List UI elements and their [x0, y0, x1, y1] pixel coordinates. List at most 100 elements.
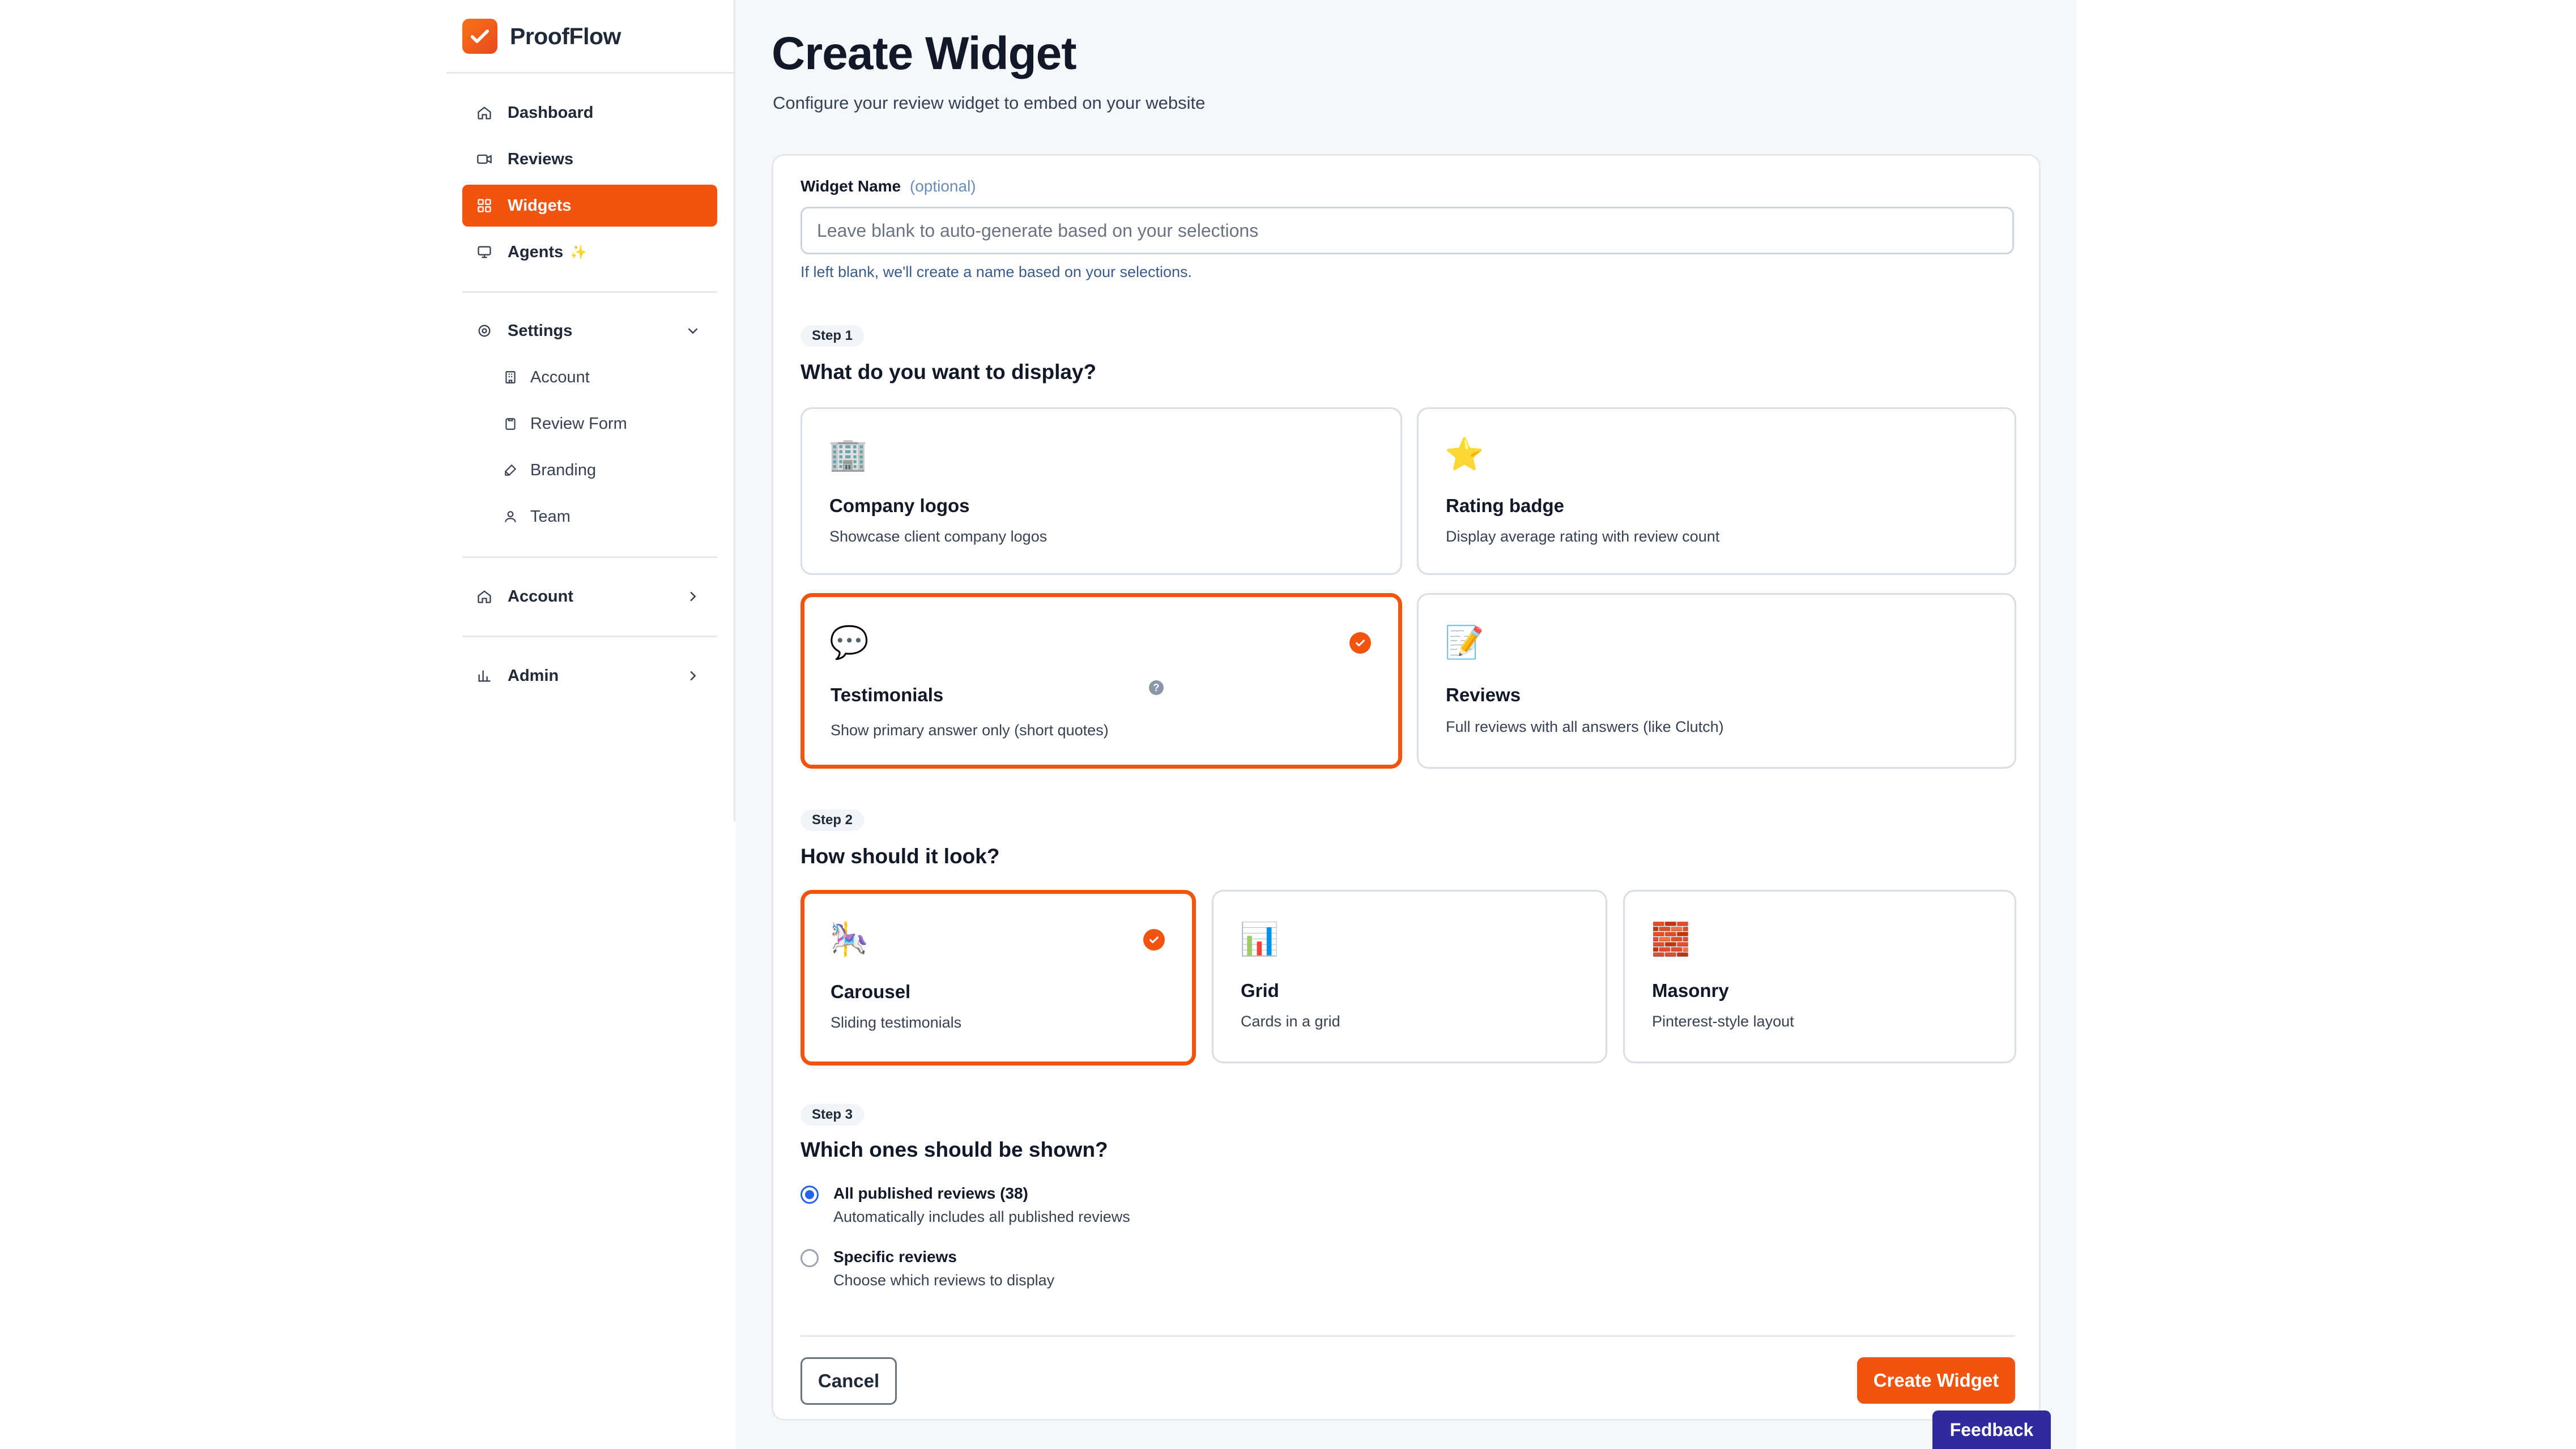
sidebar-item-review-form[interactable]: Review Form [462, 403, 717, 445]
radio-title: Specific reviews [833, 1248, 957, 1265]
step-2-question: How should it look? [801, 845, 1000, 868]
page-subtitle: Configure your review widget to embed on… [773, 93, 1206, 113]
option-title: Testimonials [831, 684, 944, 705]
sidebar-item-branding[interactable]: Branding [462, 449, 717, 491]
video-icon [476, 151, 493, 168]
sidebar-divider [462, 291, 717, 293]
sparkle-icon: ✨ [570, 244, 587, 260]
option-description: Sliding testimonials [831, 1014, 962, 1031]
feedback-button[interactable]: Feedback [1932, 1410, 2051, 1449]
sidebar: ProofFlow Dashboard Reviews Widgets Agen… [446, 0, 735, 821]
step-2-badge: Step 2 [801, 809, 865, 831]
sidebar-item-label: Review Form [530, 414, 627, 433]
home-icon [476, 588, 493, 605]
option-title: Carousel [831, 981, 911, 1002]
sidebar-divider [462, 556, 717, 558]
carousel-icon: 🎠 [829, 921, 869, 957]
building-icon [502, 369, 519, 386]
sidebar-item-label: Reviews [508, 150, 574, 168]
radio-button[interactable] [801, 1249, 819, 1267]
radio-description: Choose which reviews to display [833, 1272, 1055, 1289]
widget-name-input[interactable] [801, 207, 2014, 254]
sidebar-item-label: Account [530, 368, 590, 386]
widgets-icon [476, 197, 493, 214]
radio-text: Specific reviews Choose which reviews to… [833, 1248, 1054, 1289]
star-icon: ⭐ [1445, 436, 1484, 472]
option-rating-badge[interactable]: ⭐ Rating badge Display average rating wi… [1417, 407, 2016, 575]
option-title: Masonry [1652, 980, 1729, 1001]
radio-all-published[interactable]: All published reviews (38) Automatically… [801, 1184, 1130, 1226]
clipboard-icon [502, 415, 519, 432]
users-icon [502, 508, 519, 525]
layout-carousel[interactable]: 🎠 Carousel Sliding testimonials [801, 890, 1196, 1066]
widget-name-hint: If left blank, we'll create a name based… [801, 263, 1193, 280]
option-description: Cards in a grid [1241, 1013, 1340, 1030]
radio-button[interactable] [801, 1186, 819, 1204]
radio-specific-reviews[interactable]: Specific reviews Choose which reviews to… [801, 1248, 1054, 1289]
sidebar-item-label: Widgets [508, 196, 572, 215]
sidebar-item-label: Account [508, 587, 573, 606]
step-3-badge: Step 3 [801, 1104, 865, 1126]
layout-masonry[interactable]: 🧱 Masonry Pinterest-style layout [1623, 890, 2016, 1063]
step-1-question: What do you want to display? [801, 360, 1097, 383]
widget-name-label: Widget Name (optional) [801, 177, 976, 195]
layout-grid[interactable]: 📊 Grid Cards in a grid [1212, 890, 1607, 1063]
option-description: Full reviews with all answers (like Clut… [1446, 718, 1724, 735]
sidebar-item-label: Admin [508, 666, 559, 685]
brand-name: ProofFlow [510, 23, 621, 49]
chevron-down-icon [684, 322, 701, 339]
page-title: Create Widget [772, 28, 1077, 79]
chevron-right-icon [684, 667, 701, 684]
bar-chart-icon: 📊 [1240, 921, 1279, 957]
brush-icon [502, 462, 519, 479]
radio-title: All published reviews (38) [833, 1184, 1028, 1202]
sidebar-item-agents[interactable]: Agents ✨ [462, 231, 717, 273]
cancel-button[interactable]: Cancel [801, 1357, 897, 1405]
sidebar-item-team[interactable]: Team [462, 496, 717, 538]
radio-description: Automatically includes all published rev… [833, 1208, 1130, 1225]
radio-text: All published reviews (38) Automatically… [833, 1184, 1130, 1226]
building-icon: 🏢 [828, 436, 868, 472]
sidebar-item-label: Settings [508, 321, 573, 340]
sidebar-item-account[interactable]: Account [462, 576, 717, 617]
sidebar-item-dashboard[interactable]: Dashboard [462, 92, 717, 134]
option-company-logos[interactable]: 🏢 Company logos Showcase client company … [801, 407, 1402, 575]
option-title: Reviews [1446, 684, 1521, 705]
sidebar-divider [446, 72, 735, 74]
gear-icon [476, 322, 493, 339]
sidebar-item-settings-account[interactable]: Account [462, 356, 717, 398]
bar-chart-icon [476, 667, 493, 684]
option-testimonials[interactable]: 💬 Testimonials ? Show primary answer onl… [801, 593, 1402, 769]
option-title: Company logos [829, 495, 970, 516]
sidebar-item-reviews[interactable]: Reviews [462, 138, 717, 180]
step-3-question: Which ones should be shown? [801, 1138, 1108, 1161]
sidebar-item-label: Dashboard [508, 103, 594, 122]
option-description: Show primary answer only (short quotes) [831, 722, 1109, 739]
widget-name-label-text: Widget Name [801, 177, 901, 195]
option-description: Display average rating with review count [1446, 528, 1720, 545]
option-description: Pinterest-style layout [1652, 1013, 1794, 1030]
brand[interactable]: ProofFlow [462, 17, 621, 56]
form-footer-divider [801, 1335, 2015, 1337]
option-title: Rating badge [1446, 495, 1565, 516]
proofflow-logo-icon [462, 19, 497, 54]
sidebar-item-admin[interactable]: Admin [462, 655, 717, 697]
sidebar-divider [462, 636, 717, 637]
option-description: Showcase client company logos [829, 528, 1048, 545]
sidebar-item-label: Team [530, 507, 570, 526]
app-window: ProofFlow Dashboard Reviews Widgets Agen… [0, 0, 2576, 1449]
main-content: Create Widget Configure your review widg… [735, 0, 2077, 1449]
sidebar-item-widgets[interactable]: Widgets [462, 185, 717, 227]
help-icon[interactable]: ? [1149, 680, 1164, 695]
optional-tag: (optional) [909, 177, 976, 195]
sidebar-item-settings[interactable]: Settings [462, 310, 717, 352]
option-reviews[interactable]: 📝 Reviews Full reviews with all answers … [1417, 593, 2016, 769]
create-widget-form: Widget Name (optional) If left blank, we… [772, 154, 2041, 1421]
selected-check-icon [1143, 929, 1165, 951]
step-1-badge: Step 1 [801, 325, 865, 347]
create-widget-button[interactable]: Create Widget [1857, 1357, 2015, 1404]
brick-icon: 🧱 [1651, 921, 1691, 957]
chevron-right-icon [684, 588, 701, 605]
sidebar-item-label: Branding [530, 461, 597, 479]
monitor-icon [476, 244, 493, 261]
